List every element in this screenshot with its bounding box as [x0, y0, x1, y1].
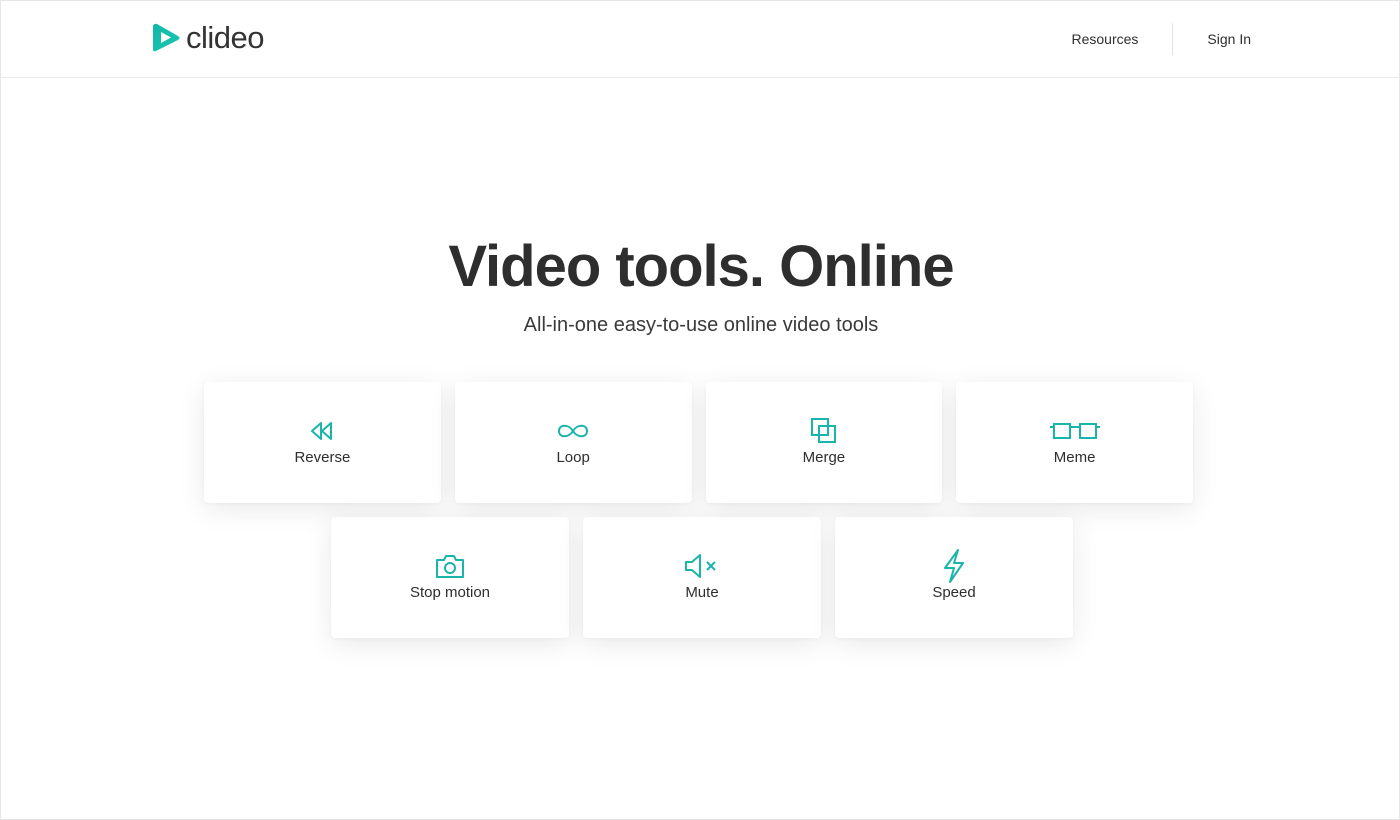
tool-label: Speed [932, 584, 976, 601]
top-nav: Resources Sign In [1071, 23, 1251, 55]
camera-icon [436, 555, 464, 578]
lightning-icon [944, 549, 964, 583]
logo-wordmark: clideo [186, 20, 265, 55]
tool-label: Merge [802, 449, 846, 466]
tool-tile-speed[interactable]: Speed [835, 517, 1073, 638]
tool-label: Loop [556, 449, 590, 466]
speaker-mute-icon [685, 554, 716, 578]
tool-row: Stop motion Mute Speed [204, 517, 1200, 638]
tool-tile-stop-motion[interactable]: Stop motion [331, 517, 569, 638]
site-header: clideo Resources Sign In [1, 1, 1399, 78]
nav-divider [1172, 23, 1174, 55]
logo-link[interactable]: clideo [151, 20, 265, 55]
overlapping-squares-icon [810, 418, 836, 443]
tool-label: Stop motion [409, 584, 491, 601]
tool-tile-merge[interactable]: Merge [705, 382, 943, 503]
tool-tile-mute[interactable]: Mute [583, 517, 821, 638]
tool-label: Mute [685, 584, 719, 601]
rewind-icon [311, 422, 333, 440]
clideo-logo-icon [153, 23, 180, 52]
page-title: Video tools. Online [448, 234, 954, 299]
tool-row: Reverse Loop Merge Meme [204, 382, 1200, 503]
tool-label: Meme [1053, 449, 1096, 466]
page-subtitle: All-in-one easy-to-use online video tool… [523, 314, 879, 336]
tool-tile-reverse[interactable]: Reverse [204, 382, 441, 503]
nav-resources-link[interactable]: Resources [1071, 31, 1138, 47]
tool-label: Reverse [294, 449, 351, 466]
sign-in-link[interactable]: Sign In [1207, 31, 1251, 47]
page: clideo Resources Sign In Video tools. On… [0, 0, 1400, 820]
glasses-icon [1049, 423, 1100, 439]
tool-tile-meme[interactable]: Meme [956, 382, 1193, 503]
tool-grid: Reverse Loop Merge Meme Stop motion Mute… [204, 382, 1200, 638]
tool-tile-loop[interactable]: Loop [454, 382, 692, 503]
infinity-icon [558, 424, 589, 438]
